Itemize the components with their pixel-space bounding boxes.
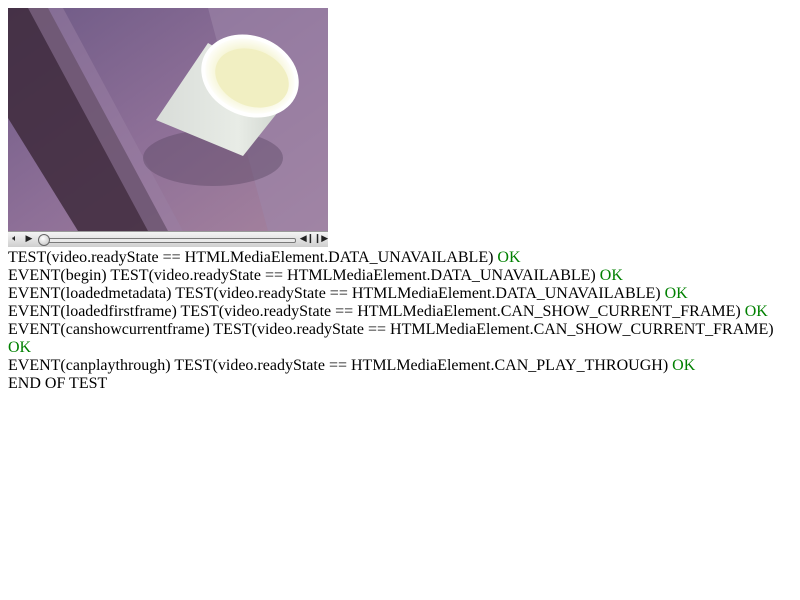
log-line-text: EVENT(loadedfirstframe) TEST(video.ready… (8, 303, 745, 320)
log-end: END OF TEST (8, 375, 108, 392)
seek-slider[interactable] (38, 232, 296, 248)
video-controls-bar: 🔈︎ ▶ ◀❙ ❙▶ (8, 231, 328, 247)
log-line-status: OK (599, 267, 623, 284)
log-line-text: TEST(video.readyState == HTMLMediaElemen… (8, 249, 498, 266)
log-line-status: OK (497, 249, 521, 266)
log-line: TEST(video.readyState == HTMLMediaElemen… (8, 249, 788, 267)
log-line-text: EVENT(canshowcurrentframe) TEST(video.re… (8, 321, 774, 338)
log-line: EVENT(loadedfirstframe) TEST(video.ready… (8, 303, 788, 321)
seek-track[interactable] (42, 237, 296, 243)
log-line-status: OK (672, 357, 696, 374)
play-icon[interactable]: ▶ (22, 233, 36, 247)
speaker-icon[interactable]: 🔈︎ (8, 233, 22, 247)
seek-back-icon[interactable]: ◀❙ (300, 233, 314, 247)
seek-thumb[interactable] (38, 233, 50, 246)
test-log: TEST(video.readyState == HTMLMediaElemen… (8, 249, 788, 393)
seek-forward-icon[interactable]: ❙▶ (314, 233, 328, 247)
log-line-text: EVENT(canplaythrough) TEST(video.readySt… (8, 357, 673, 374)
video-player[interactable]: 🔈︎ ▶ ◀❙ ❙▶ (8, 8, 328, 248)
log-line: EVENT(canplaythrough) TEST(video.readySt… (8, 357, 788, 375)
log-line-status: OK (744, 303, 768, 320)
log-line-status: OK (8, 339, 32, 356)
log-line-text: EVENT(loadedmetadata) TEST(video.readySt… (8, 285, 665, 302)
log-line-status: OK (664, 285, 688, 302)
page: 🔈︎ ▶ ◀❙ ❙▶ TEST(video.readyState == HTML… (0, 0, 800, 600)
log-line: EVENT(loadedmetadata) TEST(video.readySt… (8, 285, 788, 303)
video-still-image (8, 8, 328, 231)
log-line: EVENT(canshowcurrentframe) TEST(video.re… (8, 321, 788, 357)
video-frame[interactable] (8, 8, 328, 231)
log-line-text: EVENT(begin) TEST(video.readyState == HT… (8, 267, 600, 284)
log-line: EVENT(begin) TEST(video.readyState == HT… (8, 267, 788, 285)
